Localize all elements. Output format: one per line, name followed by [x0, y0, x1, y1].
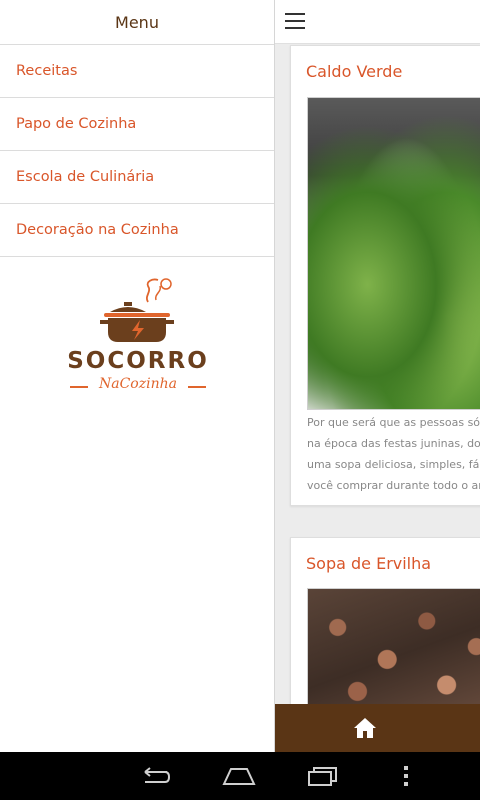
excerpt-line: você comprar durante todo o an — [307, 479, 480, 492]
recipe-card[interactable]: Caldo Verde Por que será que as pessoas … — [290, 45, 480, 506]
navigation-drawer: Menu Receitas Papo de Cozinha Escola de … — [0, 0, 275, 752]
pot-icon — [100, 278, 174, 342]
recipe-photo[interactable] — [307, 588, 480, 718]
overflow-icon[interactable] — [388, 764, 424, 788]
brand-logo: SOCORRO NaCozinha — [66, 276, 210, 406]
drawer-item-decoracao-na-cozinha[interactable]: Decoração na Cozinha — [0, 204, 274, 257]
drawer-item-papo-de-cozinha[interactable]: Papo de Cozinha — [0, 98, 274, 151]
logo-dash-right — [188, 386, 206, 388]
system-nav-bar — [0, 752, 480, 800]
bottom-bar — [275, 704, 480, 752]
recipe-title[interactable]: Sopa de Ervilha — [306, 554, 431, 573]
excerpt-line: na época das festas juninas, do S — [307, 437, 480, 450]
excerpt-line: uma sopa deliciosa, simples, fác — [307, 458, 480, 471]
drawer-item-escola-de-culinaria[interactable]: Escola de Culinária — [0, 151, 274, 204]
home-icon[interactable] — [353, 716, 377, 740]
drawer-item-receitas[interactable]: Receitas — [0, 45, 274, 98]
drawer-header: Menu — [0, 0, 274, 45]
excerpt-line: Por que será que as pessoas só — [307, 416, 480, 429]
action-bar — [275, 0, 480, 44]
recipe-excerpt: Por que será que as pessoas só na época … — [307, 412, 480, 496]
recipe-title[interactable]: Caldo Verde — [306, 62, 402, 81]
nav-home-icon[interactable] — [221, 764, 257, 788]
recents-icon[interactable] — [305, 764, 341, 788]
hamburger-icon[interactable] — [285, 13, 305, 29]
recipe-photo[interactable] — [307, 97, 480, 410]
logo-subtitle: NaCozinha — [99, 376, 177, 392]
logo-word: SOCORRO — [67, 348, 209, 374]
content-area: Caldo Verde Por que será que as pessoas … — [275, 0, 480, 752]
back-icon[interactable] — [137, 764, 173, 788]
